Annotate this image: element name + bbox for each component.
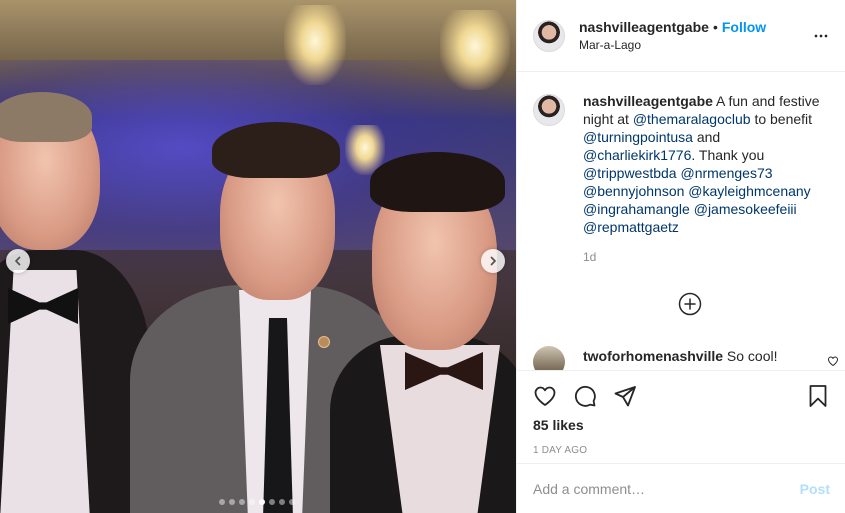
- caption-timestamp[interactable]: 1d: [583, 248, 830, 266]
- lapel-pin: [318, 336, 330, 348]
- comment-text: So cool!: [723, 348, 778, 364]
- mention-link[interactable]: @jamesokeefeiii: [694, 201, 797, 217]
- carousel-dot: [289, 499, 295, 505]
- carousel-dot: [249, 499, 255, 505]
- carousel-indicator: [219, 499, 295, 505]
- avatar[interactable]: [533, 19, 565, 52]
- caption: nashvilleagentgabe A fun and festive nig…: [517, 72, 845, 266]
- carousel-dot: [269, 499, 275, 505]
- comment-input[interactable]: [533, 480, 800, 497]
- chandelier: [284, 5, 346, 85]
- chandelier: [440, 10, 510, 90]
- comment-button[interactable]: [573, 384, 597, 408]
- like-button[interactable]: [533, 384, 557, 408]
- mention-link[interactable]: @ingrahamangle: [583, 201, 690, 217]
- mention-link[interactable]: @repmattgaetz: [583, 219, 679, 235]
- comment-icon: [574, 385, 596, 407]
- share-button[interactable]: [613, 384, 637, 408]
- carousel-next-button[interactable]: [481, 249, 505, 273]
- caption-text: and: [692, 129, 721, 145]
- caption-text: . Thank you: [691, 147, 765, 163]
- bookmark-icon: [809, 385, 827, 407]
- follow-button[interactable]: Follow: [722, 19, 766, 35]
- carousel-prev-button[interactable]: [6, 249, 30, 273]
- comment-item: twoforhomenashville So cool!: [533, 346, 839, 370]
- more-options-button[interactable]: [809, 24, 833, 48]
- share-icon: [614, 386, 636, 407]
- mention-link[interactable]: @themaralagoclub: [633, 111, 751, 127]
- mention-link[interactable]: @bennyjohnson: [583, 183, 684, 199]
- carousel-dot: [229, 499, 235, 505]
- avatar[interactable]: [533, 346, 565, 370]
- carousel-dot: [279, 499, 285, 505]
- chevron-right-icon: [490, 256, 496, 266]
- carousel-dot: [259, 499, 265, 505]
- comments-list[interactable]: nashvilleagentgabe A fun and festive nig…: [517, 72, 845, 370]
- comment-like-button[interactable]: [827, 354, 839, 367]
- save-button[interactable]: [806, 384, 830, 408]
- post-actions: 85 likes 1 DAY AGO: [517, 370, 845, 463]
- mention-link[interactable]: @trippwestbda: [583, 165, 677, 181]
- comment-username[interactable]: twoforhomenashville: [583, 348, 723, 364]
- mention-link[interactable]: @charliekirk1776: [583, 147, 691, 163]
- post-header: nashvilleagentgabe • Follow Mar-a-Lago: [517, 0, 845, 72]
- location-link[interactable]: Mar-a-Lago: [579, 38, 766, 52]
- separator-dot: •: [712, 19, 718, 35]
- mention-link[interactable]: @turningpointusa: [583, 129, 693, 145]
- likes-count[interactable]: 85 likes: [517, 411, 845, 433]
- author-username[interactable]: nashvilleagentgabe: [579, 19, 709, 35]
- post-side-panel: nashvilleagentgabe • Follow Mar-a-Lago n…: [516, 0, 845, 513]
- mention-link[interactable]: @kayleighmcenany: [688, 183, 810, 199]
- caption-text: to benefit: [750, 111, 813, 127]
- post-comment-button[interactable]: Post: [800, 481, 830, 497]
- caption-username[interactable]: nashvilleagentgabe: [583, 93, 713, 109]
- post-timestamp[interactable]: 1 DAY AGO: [517, 433, 845, 456]
- plus-circle-icon: [678, 292, 702, 316]
- add-comment-bar: Post: [517, 463, 845, 513]
- post-photo[interactable]: [0, 0, 516, 513]
- heart-icon: [534, 386, 556, 406]
- more-options-icon: [814, 34, 828, 38]
- mention-link[interactable]: @nrmenges73: [680, 165, 772, 181]
- carousel-dot: [239, 499, 245, 505]
- heart-icon: [827, 356, 839, 367]
- instagram-post: nashvilleagentgabe • Follow Mar-a-Lago n…: [0, 0, 845, 513]
- avatar[interactable]: [533, 94, 565, 126]
- carousel-dot: [219, 499, 225, 505]
- chevron-left-icon: [15, 256, 21, 266]
- load-more-comments-button[interactable]: [678, 292, 702, 316]
